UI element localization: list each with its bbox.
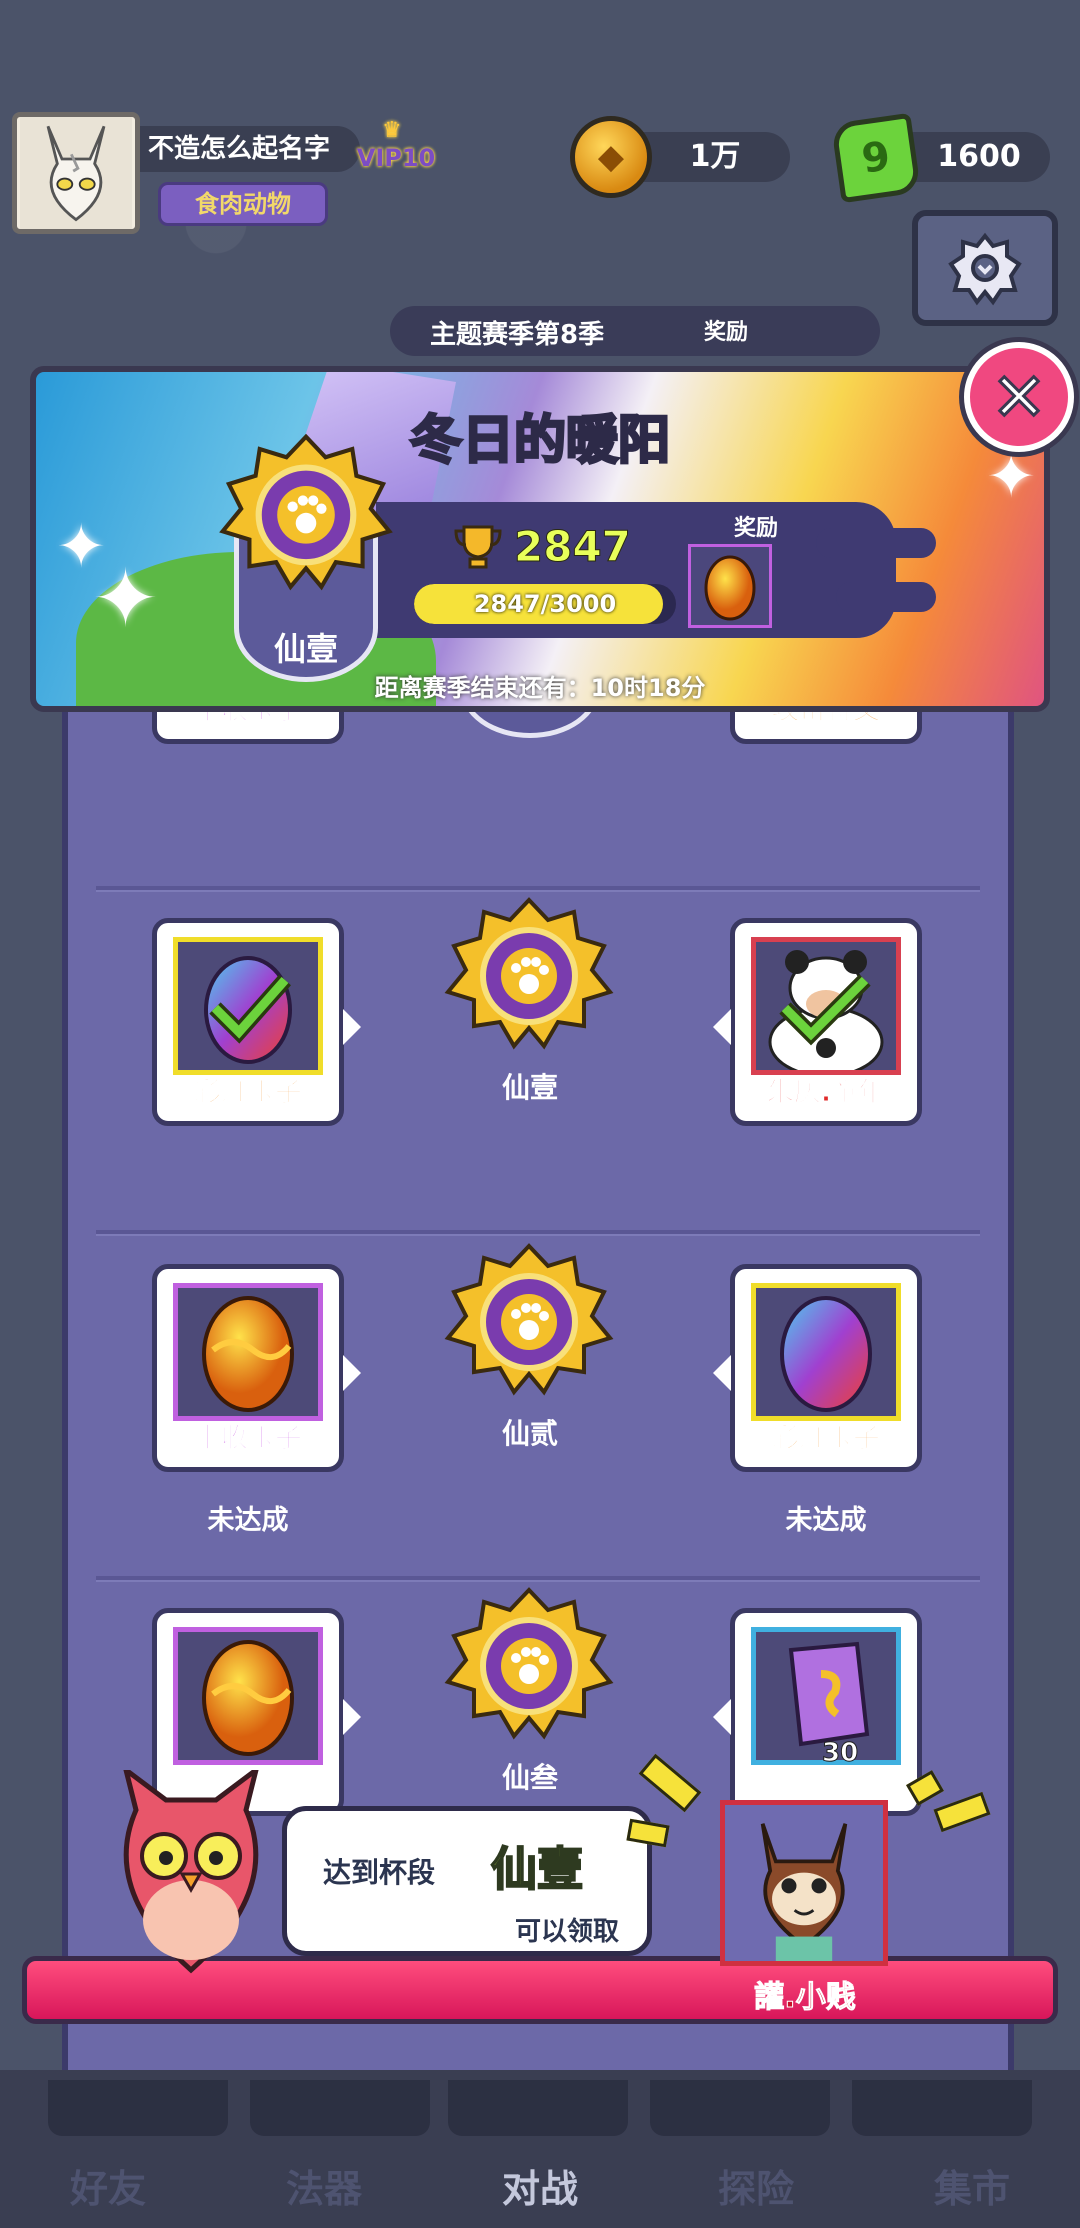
trophy-icon [454,525,502,568]
gem-icon[interactable]: 9 [830,112,922,204]
rainbow-egg-icon [780,1296,872,1412]
card-pointer [343,1699,361,1735]
reward-card[interactable]: 30 [713,1608,922,1816]
reward-card[interactable]: 丰收玉子 [152,1264,361,1472]
reward-image [173,1283,323,1421]
golden-egg-icon [704,555,756,621]
season-reward-item[interactable] [688,544,772,628]
paw-medal-icon [444,1587,614,1740]
player-avatar[interactable] [12,112,140,234]
current-tier-badge: 仙壹 [186,432,426,682]
reward-image [173,937,323,1075]
card-pointer [343,1355,361,1391]
gear-icon [948,232,1022,306]
golden-egg-icon [202,1640,294,1756]
reward-image: 30 [751,1627,901,1769]
nav-friends[interactable]: 好友 [0,2158,216,2213]
tip-line2: 可以领取 [515,1917,620,1947]
nav-tile [48,2080,228,2136]
player-title: 食肉动物 [158,182,328,226]
row-divider [96,1576,980,1580]
tier-badge: 仙壹 [424,896,634,1136]
reward-name: 彩虹玉子 [194,1077,303,1109]
nav-battle[interactable]: 对战 [432,2158,648,2213]
tip-speech-bubble: 达到杯段 仙壹 可以领取 [282,1806,652,1956]
nav-tile [448,2080,628,2136]
item-count: 30 [821,1738,859,1769]
paw-medal-icon [219,433,393,591]
reward-card[interactable]: 彩虹玉子 [152,918,361,1126]
tip-tier: 仙壹 [490,1841,584,1897]
tier-label: 仙壹 [501,1071,558,1104]
reward-image [173,1627,323,1765]
paw-medal-icon [444,897,614,1050]
owl-icon [121,1763,261,1974]
tier-badge: 仙贰 [424,1242,634,1482]
tier-label: 仙叁 [501,1761,558,1794]
tier-badge: 仙叁 [424,1586,634,1826]
vip-label: VIP10 [356,144,436,172]
season-strip-reward-label: 奖励 [704,320,749,345]
character-name: 讙.小贱 [754,1980,856,2016]
reward-image [751,937,901,1075]
trophy-progress-bar: 2847/3000 [414,584,676,624]
rainbow-egg-icon [204,956,292,1064]
golden-egg-icon [202,1296,294,1412]
reward-name: 彩虹玉子 [772,1423,881,1455]
sparkle-icon: ✦ [92,552,160,645]
card-pointer [343,1009,361,1045]
status-text: 未达成 [785,1505,867,1536]
bar-tail [836,582,936,612]
tip-line1: 达到杯段 [323,1856,436,1889]
current-tier-label: 仙壹 [273,630,338,668]
row-divider [96,886,980,890]
panda-character-icon [761,942,891,1070]
paw-medal-icon [444,1243,614,1396]
owl-mascot [96,1763,286,1980]
nav-tile [650,2080,830,2136]
status-text: 未达成 [207,1505,289,1536]
tier-label: 仙贰 [501,1417,558,1450]
reward-name: 丰收玉子 [194,1423,303,1455]
trophy-count: 2847 [514,522,632,572]
crown-icon: ♛ [382,118,402,143]
reward-label: 奖励 [734,516,779,541]
trophy-score: 2847 [452,522,632,572]
card-pointer [713,1355,731,1391]
reward-name: 朱厌.童年 [766,1077,886,1109]
bar-tail [816,528,936,558]
season-header-card: ✦ ✦ ✦ 冬日的暖阳 2847 2847/3000 奖励 仙壹 距离赛季结束还… [30,366,1050,712]
row-divider [96,1230,980,1234]
player-name: 不造怎么起名字 [140,126,360,172]
nav-tile [250,2080,430,2136]
coin-icon[interactable]: ◆ [570,116,652,198]
nav-market[interactable]: 集市 [864,2158,1080,2213]
settings-button[interactable] [912,210,1058,326]
card-pointer [713,1009,731,1045]
close-button[interactable]: ✕ [964,342,1074,452]
season-number-label: 主题赛季第8季 [430,320,605,350]
reward-card[interactable]: 朱厌.童年 [713,918,922,1126]
close-icon: ✕ [990,357,1048,437]
card-pointer [713,1699,731,1735]
reward-image [751,1283,901,1421]
nav-tile [852,2080,1032,2136]
season-countdown: 距离赛季结束还有：10时18分 [374,674,706,702]
nav-explore[interactable]: 探险 [648,2158,864,2213]
fox-character-icon [725,1805,883,1961]
vip-badge: ♛ VIP10 [357,118,436,172]
character-portrait[interactable] [720,1800,888,1966]
nav-artifacts[interactable]: 法器 [216,2158,432,2213]
reward-card[interactable]: 彩虹玉子 [713,1264,922,1472]
progress-text: 2847/3000 [473,590,617,618]
